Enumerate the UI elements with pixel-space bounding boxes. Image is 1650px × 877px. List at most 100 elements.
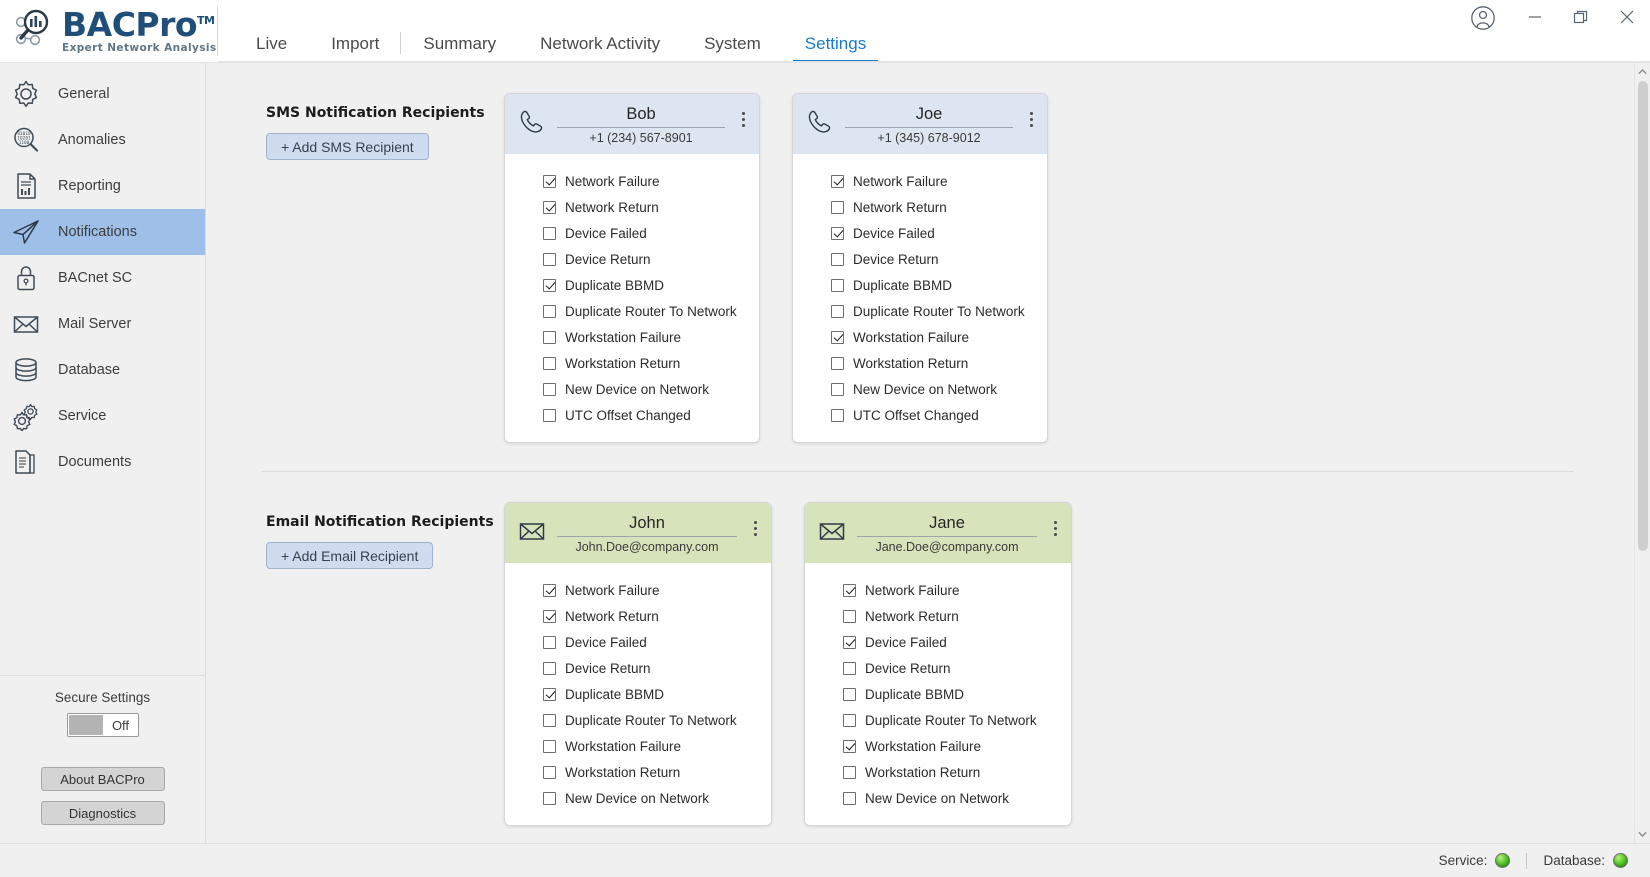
option-checkbox[interactable] bbox=[543, 330, 556, 344]
option-row[interactable]: Duplicate Router To Network bbox=[793, 298, 1047, 324]
option-row[interactable]: Network Failure bbox=[805, 577, 1071, 603]
option-checkbox[interactable] bbox=[831, 304, 844, 318]
option-row[interactable]: Duplicate BBMD bbox=[505, 681, 771, 707]
option-checkbox[interactable] bbox=[543, 635, 556, 649]
option-checkbox[interactable] bbox=[543, 382, 556, 396]
recipient-name-field[interactable]: Jane bbox=[857, 513, 1037, 537]
option-row[interactable]: Network Failure bbox=[505, 577, 771, 603]
option-checkbox[interactable] bbox=[543, 356, 556, 370]
sidebar-item-anomalies[interactable]: 01010 10201 1100 Anomalies bbox=[0, 117, 205, 163]
option-row[interactable]: Network Return bbox=[793, 194, 1047, 220]
recipient-contact-field[interactable]: Jane.Doe@company.com bbox=[857, 540, 1037, 554]
option-row[interactable]: Device Return bbox=[505, 246, 759, 272]
tab-live[interactable]: Live bbox=[234, 35, 309, 62]
option-checkbox[interactable] bbox=[843, 687, 856, 701]
recipient-name-field[interactable]: Joe bbox=[845, 104, 1013, 128]
option-row[interactable]: Workstation Failure bbox=[505, 324, 759, 350]
option-checkbox[interactable] bbox=[843, 635, 856, 649]
option-checkbox[interactable] bbox=[543, 252, 556, 266]
option-checkbox[interactable] bbox=[543, 713, 556, 727]
option-checkbox[interactable] bbox=[843, 713, 856, 727]
scrollbar-thumb[interactable] bbox=[1637, 81, 1648, 551]
option-row[interactable]: Duplicate BBMD bbox=[805, 681, 1071, 707]
option-row[interactable]: Workstation Failure bbox=[805, 733, 1071, 759]
option-checkbox[interactable] bbox=[543, 739, 556, 753]
option-checkbox[interactable] bbox=[543, 661, 556, 675]
option-checkbox[interactable] bbox=[543, 278, 556, 292]
sidebar-item-reporting[interactable]: Reporting bbox=[0, 163, 205, 209]
recipient-name-field[interactable]: Bob bbox=[557, 104, 725, 128]
recipient-contact-field[interactable]: +1 (234) 567-8901 bbox=[557, 131, 725, 145]
option-row[interactable]: Device Return bbox=[793, 246, 1047, 272]
scroll-down-icon[interactable] bbox=[1635, 825, 1650, 843]
option-row[interactable]: Workstation Failure bbox=[505, 733, 771, 759]
option-checkbox[interactable] bbox=[831, 330, 844, 344]
option-row[interactable]: Duplicate BBMD bbox=[793, 272, 1047, 298]
secure-settings-toggle[interactable]: Off bbox=[66, 713, 139, 737]
option-checkbox[interactable] bbox=[543, 304, 556, 318]
option-row[interactable]: Device Failed bbox=[505, 220, 759, 246]
option-checkbox[interactable] bbox=[543, 687, 556, 701]
option-checkbox[interactable] bbox=[543, 583, 556, 597]
option-row[interactable]: New Device on Network bbox=[505, 785, 771, 811]
minimize-button[interactable] bbox=[1512, 2, 1558, 32]
option-row[interactable]: Workstation Return bbox=[505, 759, 771, 785]
sidebar-item-mail-server[interactable]: Mail Server bbox=[0, 301, 205, 347]
option-checkbox[interactable] bbox=[543, 174, 556, 188]
option-checkbox[interactable] bbox=[831, 382, 844, 396]
restore-button[interactable] bbox=[1558, 2, 1604, 32]
card-menu-icon[interactable] bbox=[1047, 513, 1063, 536]
about-bacpro-button[interactable]: About BACPro bbox=[40, 767, 165, 791]
option-row[interactable]: Network Return bbox=[805, 603, 1071, 629]
option-checkbox[interactable] bbox=[843, 661, 856, 675]
option-checkbox[interactable] bbox=[543, 408, 556, 422]
option-row[interactable]: Duplicate Router To Network bbox=[505, 298, 759, 324]
option-row[interactable]: Device Failed bbox=[793, 220, 1047, 246]
option-row[interactable]: New Device on Network bbox=[505, 376, 759, 402]
recipient-contact-field[interactable]: +1 (345) 678-9012 bbox=[845, 131, 1013, 145]
diagnostics-button[interactable]: Diagnostics bbox=[40, 801, 165, 825]
option-checkbox[interactable] bbox=[543, 226, 556, 240]
option-checkbox[interactable] bbox=[831, 278, 844, 292]
option-checkbox[interactable] bbox=[843, 791, 856, 805]
option-checkbox[interactable] bbox=[543, 609, 556, 623]
card-menu-icon[interactable] bbox=[747, 513, 763, 536]
option-row[interactable]: Duplicate Router To Network bbox=[505, 707, 771, 733]
sidebar-item-general[interactable]: General bbox=[0, 71, 205, 117]
option-row[interactable]: Workstation Return bbox=[793, 350, 1047, 376]
tab-summary[interactable]: Summary bbox=[401, 35, 518, 62]
add-sms-recipient-button[interactable]: + Add SMS Recipient bbox=[266, 133, 429, 160]
sidebar-item-bacnet-sc[interactable]: BACnet SC bbox=[0, 255, 205, 301]
option-row[interactable]: UTC Offset Changed bbox=[505, 402, 759, 428]
option-row[interactable]: Device Failed bbox=[805, 629, 1071, 655]
sidebar-item-notifications[interactable]: Notifications bbox=[0, 209, 205, 255]
close-button[interactable] bbox=[1604, 2, 1650, 32]
account-icon[interactable] bbox=[1454, 2, 1512, 34]
main-scrollbar[interactable] bbox=[1634, 63, 1650, 843]
option-checkbox[interactable] bbox=[543, 791, 556, 805]
recipient-contact-field[interactable]: John.Doe@company.com bbox=[557, 540, 737, 554]
recipient-name-field[interactable]: John bbox=[557, 513, 737, 537]
card-menu-icon[interactable] bbox=[1023, 104, 1039, 127]
option-checkbox[interactable] bbox=[831, 252, 844, 266]
scrollbar-track[interactable] bbox=[1635, 81, 1650, 825]
card-menu-icon[interactable] bbox=[735, 104, 751, 127]
tab-system[interactable]: System bbox=[682, 35, 783, 62]
option-checkbox[interactable] bbox=[843, 609, 856, 623]
option-row[interactable]: Workstation Return bbox=[505, 350, 759, 376]
option-row[interactable]: Duplicate Router To Network bbox=[805, 707, 1071, 733]
option-checkbox[interactable] bbox=[831, 174, 844, 188]
sidebar-item-service[interactable]: Service bbox=[0, 393, 205, 439]
option-row[interactable]: Network Return bbox=[505, 603, 771, 629]
option-row[interactable]: Workstation Return bbox=[805, 759, 1071, 785]
option-checkbox[interactable] bbox=[831, 408, 844, 422]
scroll-up-icon[interactable] bbox=[1635, 63, 1650, 81]
option-checkbox[interactable] bbox=[543, 765, 556, 779]
option-checkbox[interactable] bbox=[843, 739, 856, 753]
option-checkbox[interactable] bbox=[831, 226, 844, 240]
option-row[interactable]: New Device on Network bbox=[793, 376, 1047, 402]
option-checkbox[interactable] bbox=[843, 765, 856, 779]
option-row[interactable]: Device Return bbox=[805, 655, 1071, 681]
sidebar-item-database[interactable]: Database bbox=[0, 347, 205, 393]
tab-import[interactable]: Import bbox=[309, 32, 402, 62]
